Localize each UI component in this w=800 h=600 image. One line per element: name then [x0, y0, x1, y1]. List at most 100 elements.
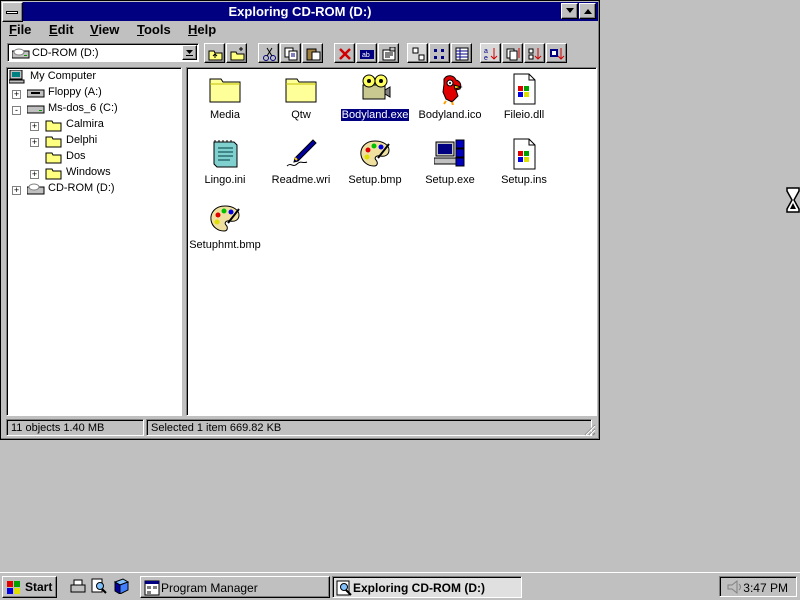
details-icon — [455, 47, 469, 61]
folder-up-icon — [208, 50, 223, 61]
expand-toggle[interactable]: + — [12, 186, 21, 195]
task-label: Exploring CD-ROM (D:) — [353, 581, 485, 595]
dropdown-arrow-icon — [186, 50, 193, 56]
folder-icon — [285, 78, 317, 103]
floppy-drive-icon — [27, 89, 45, 98]
tree-item-label: Floppy (A:) — [48, 86, 102, 98]
notepad-icon — [213, 140, 238, 168]
hard-drive-icon — [27, 105, 45, 114]
file-item-setup-exe[interactable]: Setup.exe — [412, 135, 488, 195]
menu-view[interactable]: View — [90, 22, 119, 37]
minimize-button[interactable] — [561, 3, 578, 19]
menu-tools[interactable]: Tools — [137, 22, 171, 37]
status-selection: Selected 1 item 669.82 KB — [146, 419, 592, 436]
new-folder-icon — [230, 47, 245, 61]
explorer-window: Exploring CD-ROM (D:) File Edit View Too… — [0, 0, 600, 440]
system-tray: 3:47 PM — [719, 576, 797, 597]
file-list: Media Qtw Bodyland.exe Bodyland.ico File… — [186, 67, 597, 416]
file-item-setup-ins[interactable]: Setup.ins — [486, 135, 562, 195]
title-bar[interactable]: Exploring CD-ROM (D:) — [2, 2, 598, 22]
paste-button[interactable] — [302, 43, 323, 63]
sort-name-icon: ae — [484, 48, 498, 61]
find-icon[interactable] — [91, 578, 107, 594]
paint-palette-icon — [360, 140, 390, 167]
file-item-bodyland-ico[interactable]: Bodyland.ico — [412, 70, 488, 130]
expand-toggle[interactable]: + — [12, 90, 21, 99]
file-item-media[interactable]: Media — [187, 70, 263, 130]
explorer-book-icon[interactable] — [113, 578, 129, 594]
tree-item-label: Delphi — [66, 134, 98, 146]
paint-palette-icon — [210, 205, 240, 232]
clipboard-icon — [306, 48, 321, 61]
svg-text:ab: ab — [362, 52, 370, 59]
file-item-label: Fileio.dll — [503, 109, 545, 121]
tree-item-label: Calmira — [66, 118, 104, 130]
task-program-manager[interactable]: Program Manager — [140, 576, 330, 598]
file-item-label: Bodyland.ico — [418, 109, 482, 121]
file-item-qtw[interactable]: Qtw — [263, 70, 339, 130]
cdrom-drive-icon — [27, 183, 45, 195]
file-item-label: Setup.exe — [425, 174, 475, 186]
clock[interactable]: 3:47 PM — [743, 581, 788, 595]
tree-item-label: Windows — [66, 166, 111, 178]
resize-grip-icon[interactable] — [584, 424, 596, 436]
start-button[interactable]: Start — [2, 576, 57, 598]
printer-icon[interactable] — [70, 578, 86, 594]
speaker-icon[interactable] — [725, 579, 743, 595]
sort-by-name-button[interactable]: ae — [480, 43, 501, 63]
large-icons-button[interactable] — [407, 43, 428, 63]
drive-select[interactable]: CD-ROM (D:) — [7, 43, 199, 62]
delete-x-icon — [339, 48, 351, 60]
copy-button[interactable] — [280, 43, 301, 63]
tree-item-label: CD-ROM (D:) — [48, 182, 115, 194]
write-pen-icon — [286, 139, 317, 167]
status-bar: 11 objects 1.40 MB Selected 1 item 669.8… — [2, 418, 598, 438]
menu-edit[interactable]: Edit — [49, 22, 74, 37]
file-item-label: Setup.bmp — [348, 174, 402, 186]
new-folder-button[interactable] — [226, 43, 247, 63]
rename-button[interactable]: ab — [356, 43, 377, 63]
explorer-search-icon — [336, 580, 352, 596]
chevron-down-icon — [566, 8, 574, 13]
sort-size-icon — [528, 48, 542, 60]
delete-button[interactable] — [334, 43, 355, 63]
expand-toggle[interactable]: + — [30, 122, 39, 131]
file-item-setup-bmp[interactable]: Setup.bmp — [337, 135, 413, 195]
menu-help[interactable]: Help — [188, 22, 216, 37]
scissors-icon — [263, 47, 276, 61]
file-item-label: Media — [210, 109, 240, 121]
sort-by-type-button[interactable] — [502, 43, 523, 63]
task-exploring-cdrom[interactable]: Exploring CD-ROM (D:) — [332, 576, 522, 598]
dll-file-icon — [513, 73, 536, 105]
sort-by-size-button[interactable] — [524, 43, 545, 63]
rename-icon: ab — [360, 50, 374, 59]
folder-icon — [45, 168, 62, 180]
svg-text:a: a — [484, 48, 488, 55]
details-button[interactable] — [451, 43, 472, 63]
properties-button[interactable] — [378, 43, 399, 63]
file-item-readme-wri[interactable]: Readme.wri — [263, 135, 339, 195]
up-one-level-button[interactable] — [204, 43, 225, 63]
folder-icon — [45, 136, 62, 148]
cut-button[interactable] — [258, 43, 279, 63]
small-icons-button[interactable] — [429, 43, 450, 63]
windows-logo-icon — [7, 581, 20, 594]
drive-select-arrow[interactable] — [182, 45, 197, 60]
expand-toggle[interactable]: + — [30, 170, 39, 179]
file-item-fileio-dll[interactable]: Fileio.dll — [486, 70, 562, 130]
ins-file-icon — [513, 138, 536, 170]
maximize-button[interactable] — [579, 3, 596, 19]
status-object-count: 11 objects 1.40 MB — [6, 419, 144, 436]
collapse-toggle[interactable]: - — [12, 106, 21, 115]
file-item-setuphmt-bmp[interactable]: Setuphmt.bmp — [187, 200, 263, 260]
sort-by-date-button[interactable] — [546, 43, 567, 63]
projector-icon — [362, 74, 391, 100]
expand-toggle[interactable]: + — [30, 138, 39, 147]
toolbar: CD-ROM (D:) ab a e — [2, 41, 598, 65]
file-item-lingo-ini[interactable]: Lingo.ini — [187, 135, 263, 195]
file-item-label: Setuphmt.bmp — [189, 239, 261, 251]
file-item-bodyland-exe[interactable]: Bodyland.exe — [337, 70, 413, 130]
menu-file[interactable]: File — [9, 22, 31, 37]
copy-icon — [284, 47, 298, 61]
tree-item-label: Ms-dos_6 (C:) — [48, 102, 118, 114]
